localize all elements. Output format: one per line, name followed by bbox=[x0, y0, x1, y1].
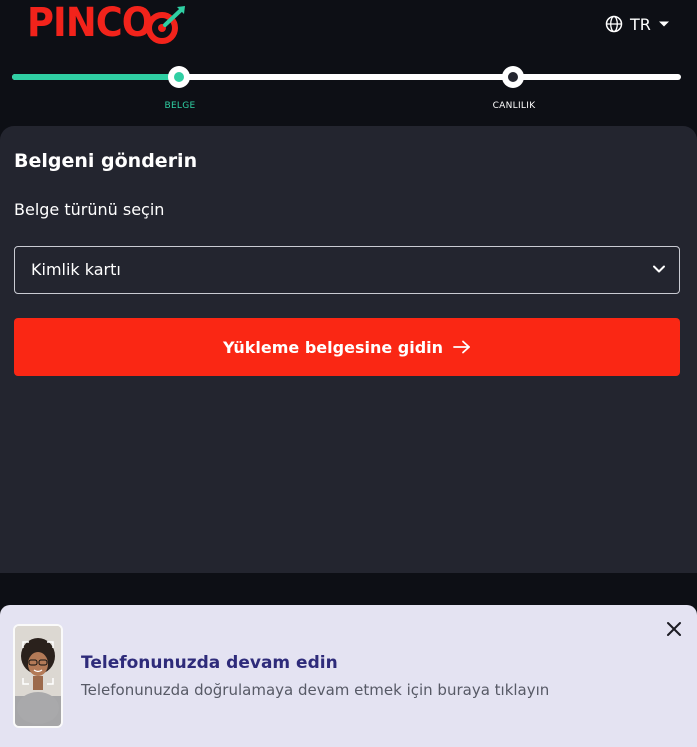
arrow-right-icon bbox=[453, 340, 470, 354]
document-type-select[interactable]: Kimlik kartı bbox=[14, 246, 680, 294]
stepper-progress bbox=[12, 74, 180, 80]
document-type-value: Kimlik kartı bbox=[31, 260, 121, 279]
language-label: TR bbox=[630, 14, 651, 34]
pinco-logo[interactable]: PINCO bbox=[27, 0, 185, 46]
banner-title: Telefonunuzda devam edin bbox=[81, 653, 338, 673]
selfie-phone-illustration bbox=[13, 624, 63, 728]
logo-text: PINCO bbox=[27, 0, 153, 46]
progress-stepper: BELGE CANLILIK bbox=[0, 60, 697, 120]
header: PINCO TR BELGE CANLILIK bbox=[0, 0, 697, 125]
continue-on-phone-banner[interactable]: Telefonunuzda devam edin Telefonunuzda d… bbox=[0, 605, 697, 747]
step-label-canlilik: CANLILIK bbox=[492, 101, 536, 111]
close-icon[interactable] bbox=[664, 619, 684, 639]
caret-down-icon bbox=[658, 21, 669, 27]
go-to-upload-button[interactable]: Yükleme belgesine gidin bbox=[14, 318, 680, 376]
globe-icon bbox=[605, 15, 623, 33]
step-dot-canlilik bbox=[502, 66, 524, 88]
step-label-belge: BELGE bbox=[164, 101, 196, 111]
document-type-label: Belge türünü seçin bbox=[14, 200, 165, 219]
page-title: Belgeni gönderin bbox=[14, 150, 198, 172]
banner-subtitle: Telefonunuzda doğrulamaya devam etmek iç… bbox=[81, 681, 550, 699]
target-icon bbox=[146, 6, 185, 44]
language-selector[interactable]: TR bbox=[605, 13, 670, 35]
step-dot-belge bbox=[168, 66, 190, 88]
stepper-track bbox=[12, 74, 681, 80]
chevron-down-icon bbox=[653, 265, 665, 273]
go-to-upload-label: Yükleme belgesine gidin bbox=[222, 337, 444, 357]
face-scan-icon bbox=[15, 626, 61, 726]
document-card: Belgeni gönderin Belge türünü seçin Kiml… bbox=[0, 126, 697, 573]
